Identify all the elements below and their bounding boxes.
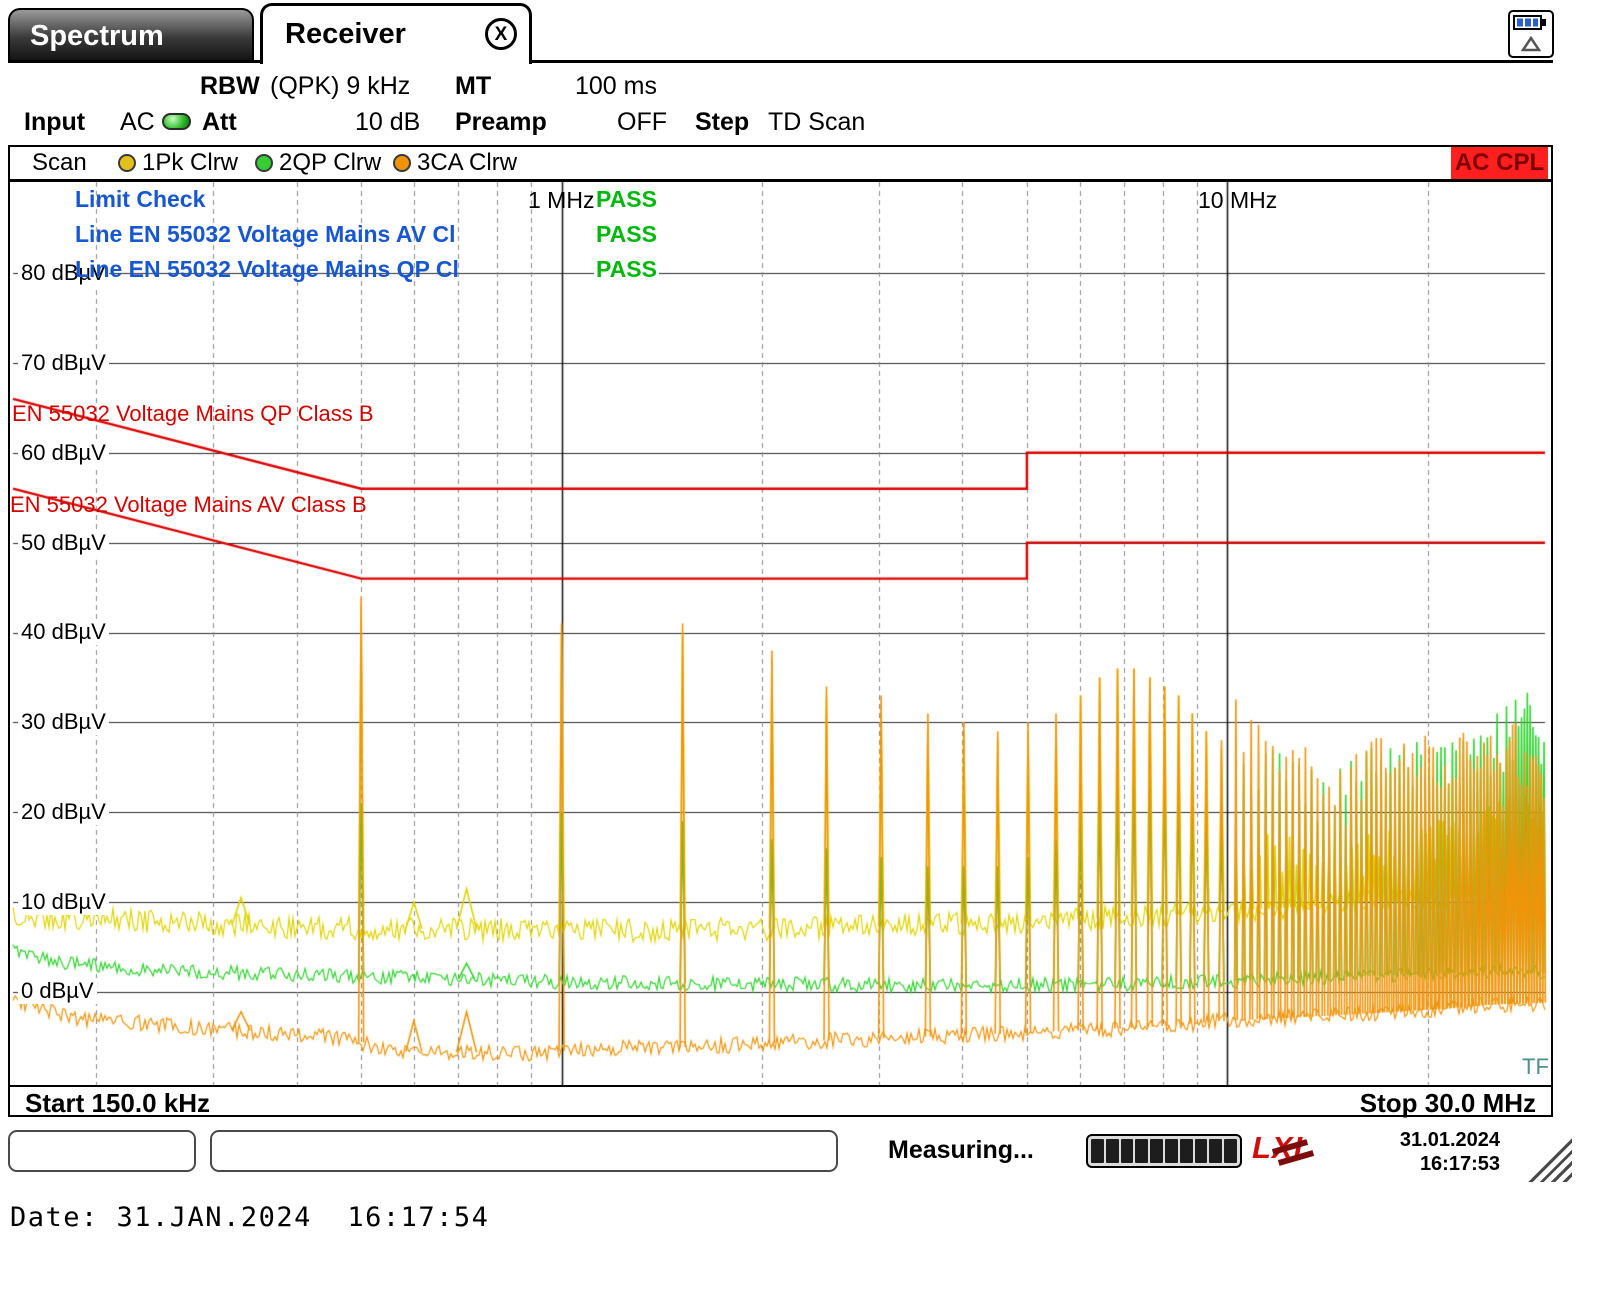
limit-check-title: Limit Check — [75, 186, 206, 212]
close-tab-icon[interactable]: X — [485, 18, 517, 50]
limit-label-av: EN 55032 Voltage Mains AV Class B — [10, 492, 367, 517]
y-axis-label: 0 dBµV — [18, 978, 97, 1004]
x-marker-10mhz: 10 MHz — [1198, 187, 1278, 213]
status-date: 31.01.2024 — [1399, 1129, 1500, 1151]
y-axis-label: 30 dBµV — [18, 709, 109, 735]
tab-receiver[interactable]: Receiver X — [260, 3, 532, 64]
input-status-led — [162, 113, 191, 130]
y-axis-label: 20 dBµV — [18, 799, 109, 825]
limit-check-overall-result: PASS — [594, 186, 659, 213]
y-axis-label: 50 dBµV — [18, 530, 109, 556]
stop-frequency-label: Stop 30.0 MHz — [1359, 1088, 1536, 1118]
spectrum-canvas[interactable] — [10, 182, 1551, 1085]
trace1-color-dot — [118, 154, 136, 172]
trace2-color-dot — [255, 154, 273, 172]
y-axis-label: 70 dBµV — [18, 350, 109, 376]
instrument-screen: Spectrum Receiver X RBW (QPK) 9 kHz MT 1… — [0, 0, 1600, 1292]
transducer-tag: TF — [1522, 1054, 1549, 1079]
limit-label-qp: EN 55032 Voltage Mains QP Class B — [12, 401, 374, 426]
y-axis-label: 10 dBµV — [18, 889, 109, 915]
frequency-axis-divider — [10, 1085, 1551, 1087]
y-axis-label: 60 dBµV — [18, 440, 109, 466]
status-time: 16:17:53 — [1419, 1153, 1500, 1175]
measure-progress-bar — [1086, 1134, 1242, 1168]
input-label[interactable]: Input — [24, 108, 85, 137]
tabbar-divider — [8, 60, 1553, 63]
mt-label[interactable]: MT — [455, 72, 491, 101]
ac-coupling-badge: AC CPL — [1451, 147, 1548, 179]
hardcopy-date-line: Date: 31.JAN.2024 16:17:54 — [10, 1202, 490, 1233]
display-settings-icon[interactable] — [1508, 10, 1554, 58]
rbw-label[interactable]: RBW — [200, 72, 260, 101]
clock-block: 31.01.2024 16:17:53 — [1370, 1128, 1500, 1176]
scan-label: Scan — [32, 149, 87, 176]
start-frequency-label: Start 150.0 kHz — [25, 1088, 210, 1118]
battery-triangle-icon — [1513, 15, 1546, 52]
resize-grip[interactable] — [1524, 1134, 1572, 1182]
limit-check-result-av: PASS — [594, 221, 659, 248]
lxi-status-icon: LXI — [1252, 1130, 1324, 1170]
att-label[interactable]: Att — [202, 108, 237, 137]
measuring-status: Measuring... — [888, 1136, 1034, 1164]
limit-check-row-av: Line EN 55032 Voltage Mains AV Cl — [75, 221, 456, 247]
x-marker-1mhz: 1 MHz — [528, 187, 595, 213]
mt-value[interactable]: 100 ms — [575, 72, 657, 101]
rbw-value[interactable]: (QPK) 9 kHz — [270, 72, 410, 101]
status-field-left[interactable] — [8, 1130, 196, 1172]
trace3-color-dot — [393, 154, 411, 172]
trace3-legend[interactable]: 3CA Clrw — [417, 149, 517, 177]
step-value[interactable]: TD Scan — [768, 108, 865, 137]
spectrum-plot: 80 dBµV 70 dBµV 60 dBµV 50 dBµV 40 dBµV … — [8, 180, 1553, 1118]
input-value[interactable]: AC — [120, 108, 155, 137]
status-field-center[interactable] — [210, 1130, 838, 1172]
step-label[interactable]: Step — [695, 108, 749, 137]
y-axis-label: 40 dBµV — [18, 619, 109, 645]
preamp-label[interactable]: Preamp — [455, 108, 547, 137]
tab-spectrum-label: Spectrum — [30, 20, 164, 52]
preamp-value[interactable]: OFF — [617, 108, 667, 137]
tab-spectrum[interactable]: Spectrum — [8, 8, 254, 60]
trace2-legend[interactable]: 2QP Clrw — [279, 149, 381, 177]
tab-receiver-label: Receiver — [285, 18, 406, 50]
att-value[interactable]: 10 dB — [355, 108, 420, 137]
scan-bar: Scan 1Pk Clrw 2QP Clrw 3CA Clrw AC CPL — [8, 145, 1553, 181]
trace1-legend[interactable]: 1Pk Clrw — [142, 149, 238, 177]
limit-check-row-qp: Line EN 55032 Voltage Mains QP Cl — [75, 256, 459, 282]
limit-check-result-qp: PASS — [594, 256, 659, 283]
